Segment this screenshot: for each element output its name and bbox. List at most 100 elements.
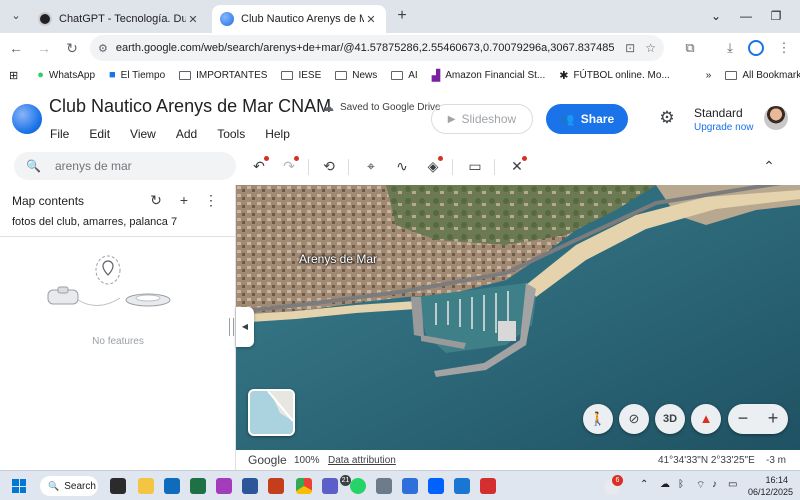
redo-icon[interactable]: ↷ (278, 155, 300, 177)
view-3d-button[interactable]: 3D (655, 404, 685, 434)
add-icon[interactable]: + (175, 191, 193, 209)
measure-icon[interactable]: ▭ (464, 155, 486, 177)
settings-gear-icon[interactable]: ⚙ (656, 107, 678, 129)
close-tab-icon[interactable]: ✕ (186, 13, 200, 26)
zoom-in-icon[interactable]: + (758, 404, 788, 434)
menu-add[interactable]: Add (176, 127, 197, 141)
downloads-icon[interactable]: ⤓ (720, 38, 740, 58)
outlook-icon[interactable] (164, 478, 180, 494)
snipping-tool-icon[interactable] (402, 478, 418, 494)
google-earth-logo[interactable] (12, 104, 42, 134)
url-text: earth.google.com/web/search/arenys+de+ma… (115, 42, 616, 54)
search-input[interactable] (54, 159, 215, 173)
bookmark-news[interactable]: News (335, 70, 377, 81)
powerpoint-icon[interactable] (268, 478, 284, 494)
start-icon[interactable] (12, 479, 26, 493)
minimize-icon[interactable]: — (736, 6, 756, 26)
upgrade-link[interactable]: Upgrade now (694, 122, 753, 133)
wifi-icon[interactable]: ⌔ (696, 479, 705, 492)
add-placemark-icon[interactable]: ⌖ (360, 155, 382, 177)
show-hidden-icons-icon[interactable]: ⌃ (640, 479, 648, 490)
search-icon: 🔍 (48, 480, 60, 491)
zoom-out-icon[interactable]: − (728, 404, 758, 434)
photos-icon[interactable] (454, 478, 470, 494)
task-view-icon[interactable] (110, 478, 126, 494)
project-name[interactable]: fotos del club, amarres, palanca 7 (12, 216, 177, 228)
share-button[interactable]: 👥 Share (546, 104, 628, 134)
bookmark-importantes[interactable]: IMPORTANTES (179, 70, 267, 81)
bookmark-star-icon[interactable]: ☆ (645, 41, 656, 55)
compass-icon[interactable]: ▲ (691, 404, 721, 434)
file-explorer-icon[interactable] (138, 478, 154, 494)
menu-file[interactable]: File (50, 127, 69, 141)
empty-state-illustration (47, 255, 171, 307)
acrobat-icon[interactable] (480, 478, 496, 494)
all-bookmarks[interactable]: All Bookmarks (725, 70, 800, 81)
battery-icon[interactable]: ▭ (728, 479, 737, 490)
map-view[interactable]: Arenys de Mar 🚶 ⊘ 3D ▲ − + (236, 185, 800, 450)
bookmark-iese[interactable]: IESE (281, 70, 321, 81)
forward-icon[interactable]: → (34, 38, 54, 58)
location-off-icon[interactable]: ⊘ (619, 404, 649, 434)
chrome-icon[interactable] (296, 478, 312, 494)
slideshow-button[interactable]: ▶ Slideshow (431, 104, 533, 134)
install-app-icon[interactable]: ⊡ (625, 41, 635, 55)
minimap[interactable] (248, 389, 295, 436)
teams-icon[interactable] (322, 478, 338, 494)
bluetooth-icon[interactable]: ᛒ (678, 479, 684, 490)
taskbar-search[interactable]: 🔍 Search (40, 476, 98, 496)
bookmark-futbol[interactable]: ✱ FÚTBOL online. Mo... (559, 69, 670, 82)
history-icon[interactable]: ⟲ (318, 155, 340, 177)
undo-icon[interactable]: ↶ (248, 155, 270, 177)
onenote-icon[interactable] (216, 478, 232, 494)
back-icon[interactable]: ← (6, 38, 26, 58)
tab-google-earth[interactable]: Club Nautico Arenys de Mar CNAM ✕ (212, 5, 386, 33)
clock[interactable]: 16:14 06/12/2025 (748, 474, 793, 498)
data-attribution-link[interactable]: Data attribution (328, 455, 396, 466)
tab-search-dropdown-icon[interactable]: ⌄ (6, 6, 26, 26)
bookmark-amazon[interactable]: ▟ Amazon Financial St... (432, 69, 546, 82)
tab-chatgpt[interactable]: ChatGPT - Tecnología. Dudas ✕ (30, 5, 208, 33)
plan-name: Standard (694, 106, 743, 120)
pegman-icon[interactable]: 🚶 (583, 404, 613, 434)
address-bar[interactable]: ⚙ earth.google.com/web/search/arenys+de+… (90, 35, 664, 61)
collapse-panel-icon[interactable]: ◀ (236, 307, 254, 347)
volume-icon[interactable]: ♪ (712, 479, 717, 490)
map-layers-icon[interactable]: ◈ (422, 155, 444, 177)
menu-tools[interactable]: Tools (217, 127, 245, 141)
bookmark-el-tiempo[interactable]: ■ El Tiempo (109, 69, 165, 81)
profile-icon[interactable] (748, 40, 764, 56)
extensions-icon[interactable]: ⧉ (680, 38, 700, 58)
apps-icon[interactable]: ⊞ (9, 69, 23, 82)
project-title[interactable]: Club Nautico Arenys de Mar CNAM (49, 96, 331, 117)
menu-edit[interactable]: Edit (89, 127, 110, 141)
search-box[interactable]: 🔍 (14, 152, 236, 180)
refresh-icon[interactable]: ↻ (147, 191, 165, 209)
site-info-icon[interactable]: ⚙ (98, 42, 108, 55)
tab-list-icon[interactable]: ⌄ (706, 6, 726, 26)
whatsapp-icon[interactable] (350, 478, 366, 494)
new-tab-icon[interactable]: + (392, 6, 412, 26)
collapse-toolbar-icon[interactable]: ⌃ (758, 155, 780, 177)
menu-view[interactable]: View (130, 127, 156, 141)
word-icon[interactable] (242, 478, 258, 494)
menu-help[interactable]: Help (265, 127, 290, 141)
more-options-icon[interactable]: ⋮ (202, 191, 220, 209)
weather-icon: ■ (109, 69, 116, 81)
restore-icon[interactable]: ❐ (766, 6, 786, 26)
dropbox-icon[interactable] (428, 478, 444, 494)
close-tab-icon[interactable]: ✕ (364, 13, 378, 26)
avatar[interactable] (764, 106, 788, 130)
bookmark-ai[interactable]: AI (391, 70, 418, 81)
satellite-icon[interactable]: ✕ (506, 155, 528, 177)
draw-path-icon[interactable]: ∿ (391, 155, 413, 177)
more-bookmarks-icon[interactable]: » (706, 70, 712, 81)
people-icon: 👥 (559, 112, 575, 126)
bookmark-whatsapp[interactable]: ● WhatsApp (37, 69, 95, 81)
excel-icon[interactable] (190, 478, 206, 494)
onedrive-icon[interactable]: ☁ (660, 479, 670, 490)
reload-icon[interactable]: ↻ (62, 38, 82, 58)
panel-resize-handle[interactable] (229, 318, 234, 336)
more-menu-icon[interactable]: ⋮ (774, 38, 794, 58)
settings-icon[interactable] (376, 478, 392, 494)
